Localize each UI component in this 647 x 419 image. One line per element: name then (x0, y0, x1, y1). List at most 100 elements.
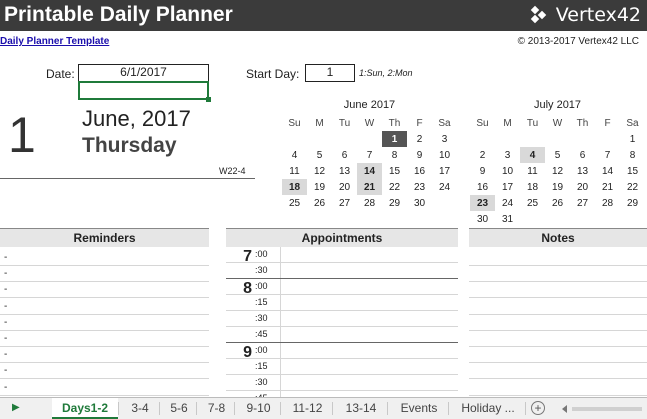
date-label: Date: (46, 67, 75, 81)
calendar-day: 4 (520, 147, 545, 163)
reminder-row[interactable]: - (0, 266, 209, 283)
sheet-tab[interactable]: 9-10 (237, 398, 280, 419)
weekday-header: Sa (626, 117, 639, 129)
notes-row[interactable] (469, 281, 647, 283)
sheet-tab[interactable]: 7-8 (199, 398, 234, 419)
weekday-header: F (416, 117, 423, 129)
calendar-day: 26 (313, 197, 326, 209)
calendar-day: 30 (413, 197, 426, 209)
calendar-day: 27 (576, 197, 589, 209)
calendar-day (570, 211, 595, 227)
reminder-row[interactable]: - (0, 363, 209, 380)
tab-separator (525, 402, 526, 415)
tab-separator (234, 402, 235, 415)
calendar-day: 24 (501, 197, 514, 209)
reminder-row[interactable]: - (0, 331, 209, 347)
calendar-day: 1 (629, 133, 636, 145)
template-link[interactable]: Daily Planner Template (0, 36, 109, 47)
appointment-minute[interactable]: :15 (255, 297, 268, 307)
calendar-day: 17 (501, 181, 514, 193)
appointment-slot-line (226, 294, 458, 295)
tab-separator (196, 402, 197, 415)
notes-row[interactable] (469, 329, 647, 331)
weekday-header: Th (388, 117, 401, 129)
tab-scroll-right-icon[interactable]: ▶ (12, 402, 20, 413)
appointment-minute[interactable]: :00 (255, 345, 268, 355)
sheet-tab[interactable]: Events (390, 398, 448, 419)
selected-cell[interactable] (78, 81, 211, 102)
appointment-minute[interactable]: :30 (255, 313, 268, 323)
calendar-title: June 2017 (343, 99, 396, 111)
calendar-day: 22 (626, 181, 639, 193)
calendar-day: 25 (526, 197, 539, 209)
reminder-row[interactable]: - (0, 315, 209, 331)
calendar-day: 29 (388, 197, 401, 209)
tab-separator (448, 402, 449, 415)
calendar-day (282, 131, 307, 147)
date-input[interactable]: 6/1/2017 (78, 64, 209, 82)
reminder-row[interactable]: - (0, 250, 209, 266)
month-year: June, 2017 (82, 106, 191, 131)
calendar-day: 20 (338, 181, 351, 193)
notes-row[interactable] (469, 313, 647, 315)
calendar-day: 31 (501, 213, 514, 225)
appointment-slot-line (226, 374, 458, 375)
appointment-minute[interactable]: :00 (255, 281, 268, 291)
sheet-tab[interactable]: Holiday ... (451, 398, 525, 419)
calendar-day: 15 (626, 165, 639, 177)
notes-row[interactable] (469, 394, 647, 396)
fill-handle[interactable] (206, 97, 211, 102)
calendar-day: 18 (526, 181, 539, 193)
notes-row[interactable] (469, 378, 647, 380)
weekday-header: W (364, 117, 375, 129)
calendar-day: 16 (476, 181, 489, 193)
appointment-slot-line (226, 342, 458, 343)
tab-separator (118, 402, 119, 415)
reminder-row[interactable]: - (0, 347, 209, 364)
add-sheet-icon[interactable]: + (531, 401, 545, 415)
calendar-day (545, 211, 570, 227)
notes-row[interactable] (469, 346, 647, 347)
calendar-day: 14 (601, 165, 614, 177)
calendar-day: 28 (363, 197, 376, 209)
appointment-minute[interactable]: :45 (255, 329, 268, 339)
appointment-minute[interactable]: :30 (255, 377, 268, 387)
appointment-minute[interactable]: :00 (255, 249, 268, 259)
vertex42-mark-icon (530, 5, 552, 24)
reminders-header: Reminders (0, 228, 209, 247)
sheet-tab[interactable]: 13-14 (335, 398, 387, 419)
appointment-slot-line (226, 390, 458, 391)
calendar-day: 30 (476, 213, 489, 225)
sheet-tab[interactable]: 5-6 (162, 398, 196, 419)
sheet-tab[interactable]: 11-12 (283, 398, 332, 419)
calendar-day: 23 (413, 181, 426, 193)
appointments-header: Appointments (226, 228, 458, 247)
weekday: Thursday (82, 134, 177, 157)
notes-header: Notes (469, 228, 647, 247)
calendar-day: 9 (479, 165, 486, 177)
calendar-day: 19 (551, 181, 564, 193)
reminder-row[interactable]: - (0, 299, 209, 315)
start-day-input[interactable]: 1 (305, 64, 355, 82)
notes-row[interactable] (469, 297, 647, 299)
notes-row[interactable] (469, 362, 647, 364)
appointment-slot-line (226, 310, 458, 311)
calendar-day: 9 (416, 149, 423, 161)
calendar-day: 13 (576, 165, 589, 177)
reminder-row[interactable]: - (0, 282, 209, 299)
calendar-day (620, 211, 645, 227)
calendar-day: 12 (313, 165, 326, 177)
vertex42-logo: Vertex42 (530, 4, 641, 26)
weekday-header: W (552, 117, 563, 129)
reminder-row[interactable]: - (0, 380, 209, 396)
horizontal-scrollbar[interactable] (560, 404, 647, 414)
appointment-minute[interactable]: :30 (255, 265, 268, 275)
appointment-minute[interactable]: :15 (255, 361, 268, 371)
appointment-slot-line (226, 278, 458, 279)
calendar-day: 15 (388, 165, 401, 177)
notes-row[interactable] (469, 265, 647, 266)
sheet-tab[interactable]: Days1-2 (52, 398, 118, 419)
sheet-tab[interactable]: 3-4 (121, 398, 159, 419)
calendar-day: 22 (388, 181, 401, 193)
weekday-header: M (315, 117, 324, 129)
